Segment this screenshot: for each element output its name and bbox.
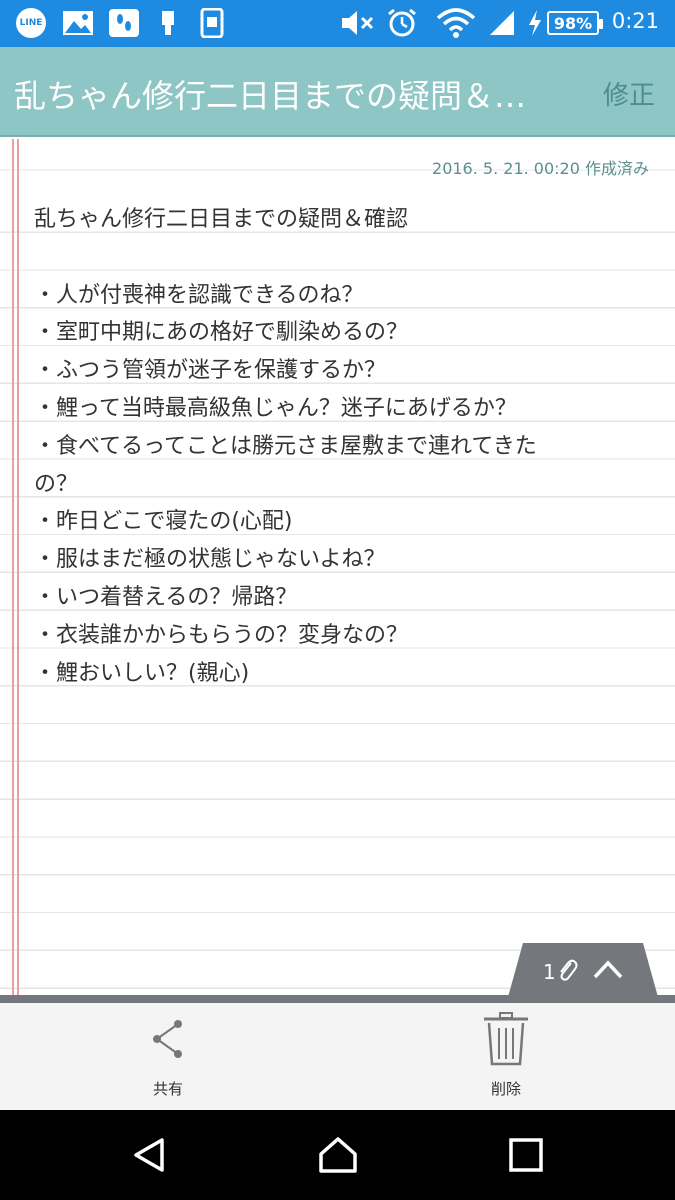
line-label: LINE: [16, 8, 46, 38]
note-line: 乱ちゃん修行二日目までの疑問＆確認: [34, 207, 409, 232]
note-line: [34, 239, 634, 277]
note-line: の？: [34, 471, 79, 497]
home-icon[interactable]: [318, 1135, 358, 1175]
mute-icon: [340, 8, 376, 38]
clock: 0:21: [611, 9, 659, 33]
share-button[interactable]: 共有: [98, 1003, 238, 1110]
attachment-count: 1: [543, 960, 556, 984]
note-line: ・昨日どこで寝たの(心配): [34, 509, 293, 535]
alarm-icon: [386, 8, 418, 38]
margin-line: [17, 139, 19, 995]
charging-icon: [527, 8, 543, 38]
system-nav-bar: [0, 1110, 675, 1200]
edit-button[interactable]: 修正: [603, 75, 655, 112]
share-label: 共有: [152, 1080, 183, 1098]
app-bar: 乱ちゃん修行二日目までの疑問＆… 修正: [0, 47, 675, 137]
created-timestamp: 2016. 5. 21. 00:20 作成済み: [432, 159, 649, 178]
chevron-up-icon[interactable]: [592, 958, 624, 980]
battery-level: 98%: [547, 11, 603, 35]
wifi-icon: [436, 8, 476, 38]
line-icon: LINE: [16, 8, 46, 38]
note-body[interactable]: 乱ちゃん修行二日目までの疑問＆確認 ・人が付喪神を認識できるのね？ ・室町中期に…: [34, 201, 634, 692]
paperclip-icon: [560, 959, 578, 981]
steps-icon: [108, 8, 140, 38]
divider-bar: [0, 995, 675, 1003]
delete-button[interactable]: 削除: [436, 1003, 576, 1110]
note-detail-screen: LINE 98% 0:21 乱ちゃん修行二日目までの疑問＆… 修正 2016. …: [0, 0, 675, 1200]
note-page[interactable]: 2016. 5. 21. 00:20 作成済み 乱ちゃん修行二日目までの疑問＆確…: [0, 139, 675, 995]
note-line: ・衣装誰かからもらうの？変身なの？: [34, 622, 409, 648]
attachment-tab[interactable]: [508, 943, 658, 997]
gallery-icon: [62, 8, 94, 38]
note-line: ・いつ着替えるの？帰路？: [34, 584, 298, 610]
margin-line: [12, 139, 14, 995]
status-bar: LINE 98% 0:21: [0, 0, 675, 47]
sim-icon: [158, 8, 178, 38]
note-line: ・食べてるってことは勝元さま屋敷まで連れてきた: [34, 433, 537, 459]
note-line: ・服はまだ極の状態じゃないよね？: [34, 547, 386, 573]
back-icon[interactable]: [130, 1135, 170, 1175]
share-icon: [153, 1020, 182, 1058]
note-line: ・鯉って当時最高級魚じゃん？迷子にあげるか？: [34, 395, 517, 421]
trash-icon: [484, 1012, 528, 1066]
note-line: ・ふつう管領が迷子を保護するか？: [34, 358, 387, 384]
delete-label: 削除: [490, 1080, 521, 1098]
note-line: ・人が付喪神を認識できるのね？: [34, 282, 364, 308]
note-line: ・鯉おいしい？(親心): [34, 660, 250, 686]
battery-icon: 98%: [547, 8, 603, 38]
note-line: ・室町中期にあの格好で馴染めるの？: [34, 320, 409, 346]
recents-icon[interactable]: [506, 1135, 546, 1175]
signal-icon: [486, 8, 516, 38]
note-title: 乱ちゃん修行二日目までの疑問＆…: [14, 77, 527, 115]
action-bar: 共有 削除: [0, 1003, 675, 1110]
phone-icon: [200, 8, 224, 38]
